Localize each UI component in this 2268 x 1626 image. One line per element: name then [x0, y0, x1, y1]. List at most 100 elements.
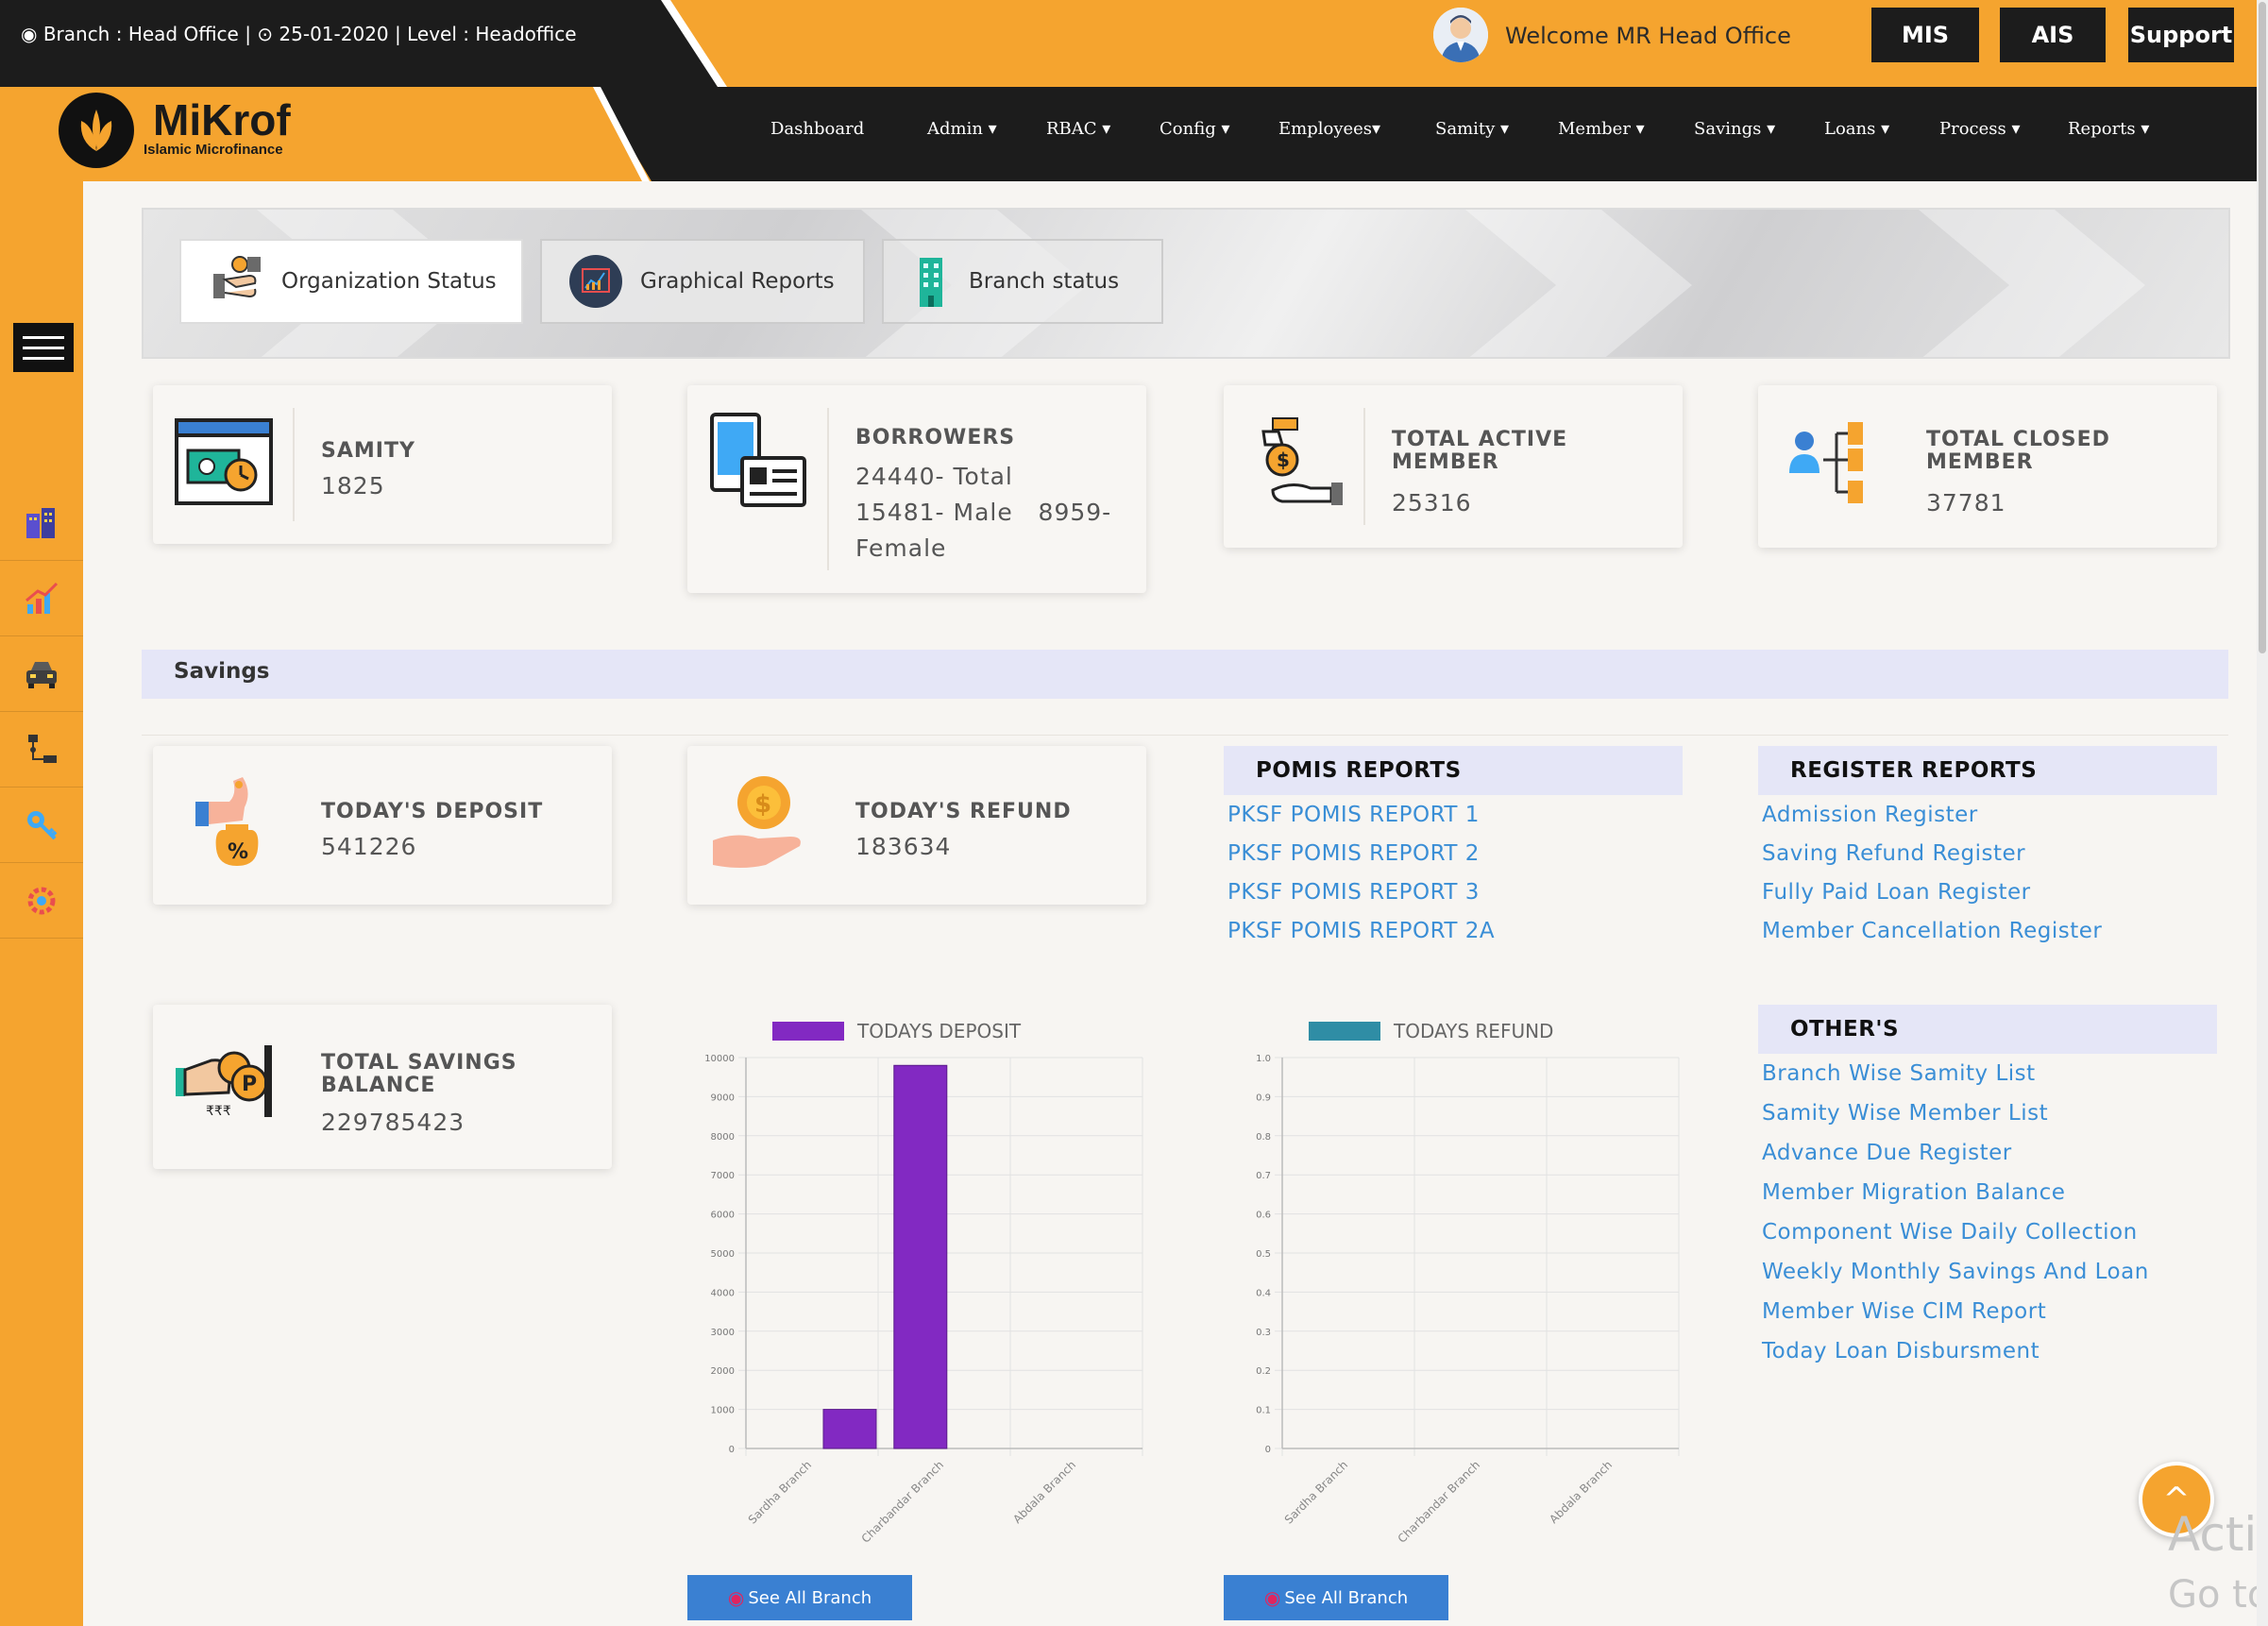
- fully-paid-loan-register-link[interactable]: Fully Paid Loan Register: [1762, 880, 2031, 905]
- samity-card: SAMITY 1825: [153, 385, 612, 544]
- others-header: OTHER'S: [1758, 1005, 2217, 1054]
- advance-due-register-link[interactable]: Advance Due Register: [1762, 1141, 2012, 1165]
- x-tick-label: Abdala Branch: [1010, 1458, 1078, 1526]
- nav-admin[interactable]: Admin ▾: [927, 119, 997, 139]
- borrowers-male-female: 15481- Male 8959-: [855, 499, 1112, 526]
- weekly-monthly-savings-loan-link[interactable]: Weekly Monthly Savings And Loan: [1762, 1260, 2149, 1284]
- y-tick-label: 9000: [711, 1092, 735, 1103]
- pomis-report-link-2[interactable]: PKSF POMIS REPORT 2: [1227, 841, 1480, 866]
- svg-text:$: $: [1277, 449, 1290, 471]
- tab-label: Branch status: [969, 269, 1120, 294]
- todays-deposit-card: % TODAY'S DEPOSIT 541226: [153, 746, 612, 905]
- nav-rbac[interactable]: RBAC ▾: [1046, 119, 1110, 139]
- member-cancellation-register-link[interactable]: Member Cancellation Register: [1762, 919, 2102, 943]
- nav-dashboard[interactable]: Dashboard: [770, 119, 864, 139]
- active-member-label-2: MEMBER: [1392, 450, 1499, 474]
- browser-money-icon: [172, 410, 276, 514]
- sidebar-hierarchy-icon[interactable]: [0, 712, 83, 788]
- sidebar-car-icon[interactable]: [0, 636, 83, 712]
- tab-organization-status[interactable]: Organization Status: [179, 239, 523, 324]
- hamburger-menu-icon[interactable]: [13, 323, 74, 372]
- nav-savings[interactable]: Savings ▾: [1694, 119, 1775, 139]
- total-savings-label-2: BALANCE: [321, 1074, 436, 1097]
- sidebar-key-icon[interactable]: [0, 788, 83, 863]
- today-loan-disbursment-link[interactable]: Today Loan Disbursment: [1762, 1339, 2040, 1363]
- see-all-branch-button[interactable]: ◉ See All Branch: [687, 1575, 912, 1620]
- total-savings-label-1: TOTAL SAVINGS: [321, 1051, 517, 1075]
- member-wise-cim-report-link[interactable]: Member Wise CIM Report: [1762, 1299, 2046, 1324]
- sidebar-settings-icon[interactable]: [0, 863, 83, 939]
- legend-label: TODAYS DEPOSIT: [856, 1020, 1022, 1042]
- user-avatar[interactable]: [1433, 8, 1488, 62]
- sidebar-chart-growth-icon[interactable]: [0, 561, 83, 636]
- card-divider: [293, 408, 295, 521]
- todays-refund-value: 183634: [855, 833, 952, 860]
- x-tick-label: Charbandar Branch: [859, 1458, 947, 1546]
- logo-icon[interactable]: [59, 93, 134, 168]
- scrollbar-thumb[interactable]: [2259, 2, 2266, 653]
- svg-text:$: $: [754, 790, 771, 819]
- y-tick-label: 0.6: [1256, 1211, 1271, 1221]
- closed-member-label-2: MEMBER: [1926, 450, 2034, 474]
- y-tick-label: 1000: [711, 1406, 735, 1416]
- bar: [893, 1064, 948, 1449]
- nav-reports[interactable]: Reports ▾: [2068, 119, 2149, 139]
- closed-member-label-1: TOTAL CLOSED: [1926, 428, 2110, 451]
- pomis-report-link-2a[interactable]: PKSF POMIS REPORT 2A: [1227, 919, 1495, 943]
- nav-loans[interactable]: Loans ▾: [1824, 119, 1889, 139]
- y-tick-label: 3000: [711, 1328, 735, 1338]
- vertical-scrollbar[interactable]: [2257, 0, 2268, 1626]
- borrowers-card: BORROWERS 24440- Total 15481- Male 8959-…: [687, 385, 1146, 593]
- samity-label: SAMITY: [321, 439, 415, 463]
- eye-icon: ◉: [1263, 1586, 1281, 1609]
- nav-employees[interactable]: Employees▾: [1278, 119, 1380, 139]
- borrowers-total: 24440- Total: [855, 463, 1013, 490]
- nav-member[interactable]: Member ▾: [1558, 119, 1645, 139]
- tab-label: Graphical Reports: [640, 269, 835, 294]
- pomis-report-link-1[interactable]: PKSF POMIS REPORT 1: [1227, 803, 1480, 827]
- active-member-value: 25316: [1392, 489, 1472, 517]
- bar: [822, 1409, 877, 1449]
- y-tick-label: 2000: [711, 1366, 735, 1377]
- savings-section-header: [142, 650, 2228, 699]
- saving-refund-register-link[interactable]: Saving Refund Register: [1762, 841, 2025, 866]
- y-tick-label: 10000: [704, 1054, 735, 1064]
- hand-coin-icon: $: [706, 771, 810, 874]
- pomis-report-link-3[interactable]: PKSF POMIS REPORT 3: [1227, 880, 1480, 905]
- see-all-branch-button[interactable]: ◉ See All Branch: [1224, 1575, 1448, 1620]
- todays-refund-card: $ TODAY'S REFUND 183634: [687, 746, 1146, 905]
- nav-process[interactable]: Process ▾: [1939, 119, 2021, 139]
- todays-deposit-label: TODAY'S DEPOSIT: [321, 800, 544, 823]
- y-tick-label: 8000: [711, 1132, 735, 1143]
- admission-register-link[interactable]: Admission Register: [1762, 803, 1978, 827]
- welcome-message: Welcome MR Head Office: [1505, 23, 1791, 49]
- borrowers-label: BORROWERS: [855, 426, 1016, 449]
- todays-refund-label: TODAY'S REFUND: [855, 800, 1072, 823]
- x-tick-label: Abdala Branch: [1547, 1458, 1615, 1526]
- x-tick-label: Charbandar Branch: [1396, 1458, 1483, 1546]
- support-button[interactable]: Support: [2128, 8, 2234, 62]
- activate-windows-watermark-sub: Go to: [2168, 1573, 2268, 1617]
- mis-button[interactable]: MIS: [1871, 8, 1979, 62]
- total-savings-value: 229785423: [321, 1109, 465, 1136]
- y-tick-label: 0: [1265, 1445, 1271, 1455]
- member-hierarchy-icon: [1777, 410, 1881, 514]
- tab-branch-status[interactable]: Branch status: [882, 239, 1163, 324]
- svg-text:P: P: [242, 1073, 257, 1096]
- tab-graphical-reports[interactable]: Graphical Reports: [540, 239, 865, 324]
- sidebar-building-icon[interactable]: [0, 485, 83, 561]
- samity-wise-member-list-link[interactable]: Samity Wise Member List: [1762, 1101, 2048, 1126]
- samity-value: 1825: [321, 472, 385, 500]
- member-migration-balance-link[interactable]: Member Migration Balance: [1762, 1180, 2065, 1205]
- register-reports-header: REGISTER REPORTS: [1758, 746, 2217, 795]
- component-wise-daily-collection-link[interactable]: Component Wise Daily Collection: [1762, 1220, 2138, 1245]
- tab-label: Organization Status: [281, 269, 497, 294]
- logo-name[interactable]: MiKrof: [153, 94, 291, 145]
- graph-report-icon: [568, 254, 623, 309]
- branch-wise-samity-list-link[interactable]: Branch Wise Samity List: [1762, 1061, 2036, 1086]
- branch-info: ◉ Branch : Head Office | ⊙ 25-01-2020 | …: [21, 23, 577, 45]
- ais-button[interactable]: AIS: [2000, 8, 2106, 62]
- nav-config[interactable]: Config ▾: [1159, 119, 1230, 139]
- nav-samity[interactable]: Samity ▾: [1435, 119, 1509, 139]
- total-active-member-card: $ TOTAL ACTIVE MEMBER 25316: [1224, 385, 1683, 548]
